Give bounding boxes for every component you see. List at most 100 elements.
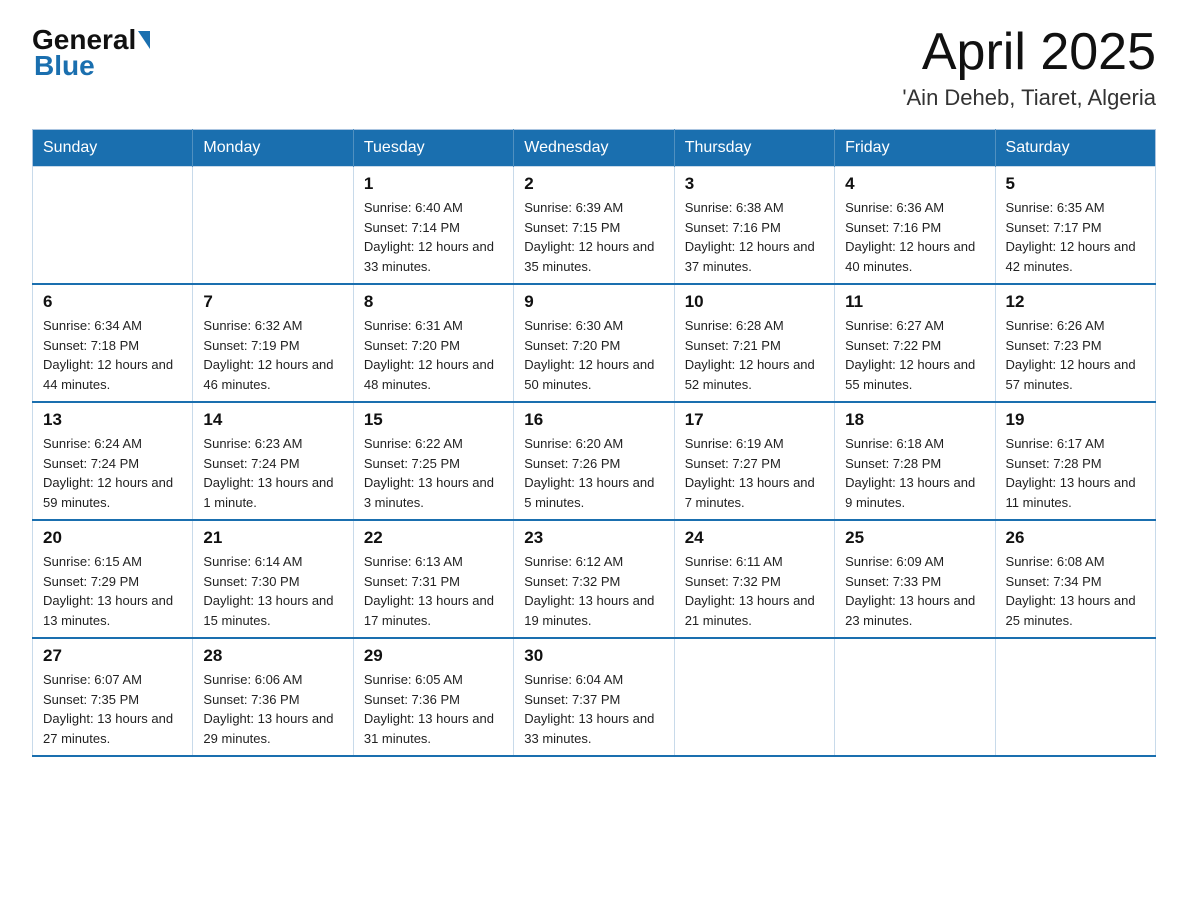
logo: General Blue [32,24,150,82]
day-info: Sunrise: 6:24 AMSunset: 7:24 PMDaylight:… [43,434,182,512]
title-block: April 2025 'Ain Deheb, Tiaret, Algeria [902,24,1156,111]
calendar-day-5: 5 Sunrise: 6:35 AMSunset: 7:17 PMDaylight… [995,167,1155,285]
calendar-day-21: 21 Sunrise: 6:14 AMSunset: 7:30 PMDayligh… [193,520,353,638]
calendar-day-24: 24 Sunrise: 6:11 AMSunset: 7:32 PMDayligh… [674,520,834,638]
day-number: 10 [685,292,824,312]
calendar-day-18: 18 Sunrise: 6:18 AMSunset: 7:28 PMDayligh… [835,402,995,520]
day-number: 27 [43,646,182,666]
day-number: 16 [524,410,663,430]
calendar-day-26: 26Sunrise: 6:08 AMSunset: 7:34 PMDayligh… [995,520,1155,638]
weekday-header-monday: Monday [193,130,353,167]
page-header: General Blue April 2025 'Ain Deheb, Tiar… [32,24,1156,111]
calendar-day-14: 14 Sunrise: 6:23 AMSunset: 7:24 PMDayligh… [193,402,353,520]
day-number: 1 [364,174,503,194]
logo-blue-text: Blue [32,50,150,82]
day-number: 24 [685,528,824,548]
calendar-day-13: 13 Sunrise: 6:24 AMSunset: 7:24 PMDayligh… [33,402,193,520]
day-info: Sunrise: 6:35 AMSunset: 7:17 PMDaylight:… [1006,198,1145,276]
calendar-empty-cell [193,167,353,285]
day-info: Sunrise: 6:09 AMSunset: 7:33 PMDaylight:… [845,552,984,630]
calendar-week-row: 20 Sunrise: 6:15 AMSunset: 7:29 PMDayligh… [33,520,1156,638]
day-number: 9 [524,292,663,312]
calendar-day-11: 11 Sunrise: 6:27 AMSunset: 7:22 PMDayligh… [835,284,995,402]
day-info: Sunrise: 6:32 AMSunset: 7:19 PMDaylight:… [203,316,342,394]
day-number: 5 [1006,174,1145,194]
day-number: 15 [364,410,503,430]
calendar-day-22: 22 Sunrise: 6:13 AMSunset: 7:31 PMDayligh… [353,520,513,638]
weekday-header-saturday: Saturday [995,130,1155,167]
day-info: Sunrise: 6:28 AMSunset: 7:21 PMDaylight:… [685,316,824,394]
day-info: Sunrise: 6:14 AMSunset: 7:30 PMDaylight:… [203,552,342,630]
day-number: 28 [203,646,342,666]
calendar-day-1: 1 Sunrise: 6:40 AMSunset: 7:14 PMDaylight… [353,167,513,285]
day-number: 13 [43,410,182,430]
day-number: 21 [203,528,342,548]
calendar-day-17: 17Sunrise: 6:19 AMSunset: 7:27 PMDayligh… [674,402,834,520]
day-number: 23 [524,528,663,548]
day-info: Sunrise: 6:40 AMSunset: 7:14 PMDaylight:… [364,198,503,276]
day-info: Sunrise: 6:18 AMSunset: 7:28 PMDaylight:… [845,434,984,512]
day-info: Sunrise: 6:05 AMSunset: 7:36 PMDaylight:… [364,670,503,748]
day-number: 20 [43,528,182,548]
calendar-day-19: 19 Sunrise: 6:17 AMSunset: 7:28 PMDayligh… [995,402,1155,520]
day-info: Sunrise: 6:07 AMSunset: 7:35 PMDaylight:… [43,670,182,748]
calendar-week-row: 6 Sunrise: 6:34 AMSunset: 7:18 PMDaylight… [33,284,1156,402]
calendar-empty-cell [674,638,834,756]
calendar-day-30: 30 Sunrise: 6:04 AMSunset: 7:37 PMDayligh… [514,638,674,756]
calendar-empty-cell [835,638,995,756]
calendar-day-27: 27 Sunrise: 6:07 AMSunset: 7:35 PMDayligh… [33,638,193,756]
day-info: Sunrise: 6:31 AMSunset: 7:20 PMDaylight:… [364,316,503,394]
calendar-day-15: 15 Sunrise: 6:22 AMSunset: 7:25 PMDayligh… [353,402,513,520]
calendar-week-row: 1 Sunrise: 6:40 AMSunset: 7:14 PMDaylight… [33,167,1156,285]
calendar-day-9: 9 Sunrise: 6:30 AMSunset: 7:20 PMDaylight… [514,284,674,402]
day-number: 14 [203,410,342,430]
day-number: 6 [43,292,182,312]
calendar-day-7: 7Sunrise: 6:32 AMSunset: 7:19 PMDaylight… [193,284,353,402]
calendar-day-2: 2 Sunrise: 6:39 AMSunset: 7:15 PMDaylight… [514,167,674,285]
calendar-day-4: 4Sunrise: 6:36 AMSunset: 7:16 PMDaylight… [835,167,995,285]
day-info: Sunrise: 6:17 AMSunset: 7:28 PMDaylight:… [1006,434,1145,512]
calendar-day-6: 6 Sunrise: 6:34 AMSunset: 7:18 PMDaylight… [33,284,193,402]
calendar-day-12: 12 Sunrise: 6:26 AMSunset: 7:23 PMDayligh… [995,284,1155,402]
weekday-header-tuesday: Tuesday [353,130,513,167]
day-info: Sunrise: 6:23 AMSunset: 7:24 PMDaylight:… [203,434,342,512]
weekday-header-sunday: Sunday [33,130,193,167]
day-number: 22 [364,528,503,548]
day-number: 2 [524,174,663,194]
calendar-day-29: 29Sunrise: 6:05 AMSunset: 7:36 PMDayligh… [353,638,513,756]
day-number: 3 [685,174,824,194]
day-number: 8 [364,292,503,312]
calendar-empty-cell [995,638,1155,756]
calendar-day-28: 28Sunrise: 6:06 AMSunset: 7:36 PMDayligh… [193,638,353,756]
day-info: Sunrise: 6:34 AMSunset: 7:18 PMDaylight:… [43,316,182,394]
day-number: 18 [845,410,984,430]
calendar-day-16: 16Sunrise: 6:20 AMSunset: 7:26 PMDayligh… [514,402,674,520]
day-info: Sunrise: 6:04 AMSunset: 7:37 PMDaylight:… [524,670,663,748]
calendar-week-row: 13 Sunrise: 6:24 AMSunset: 7:24 PMDayligh… [33,402,1156,520]
day-info: Sunrise: 6:26 AMSunset: 7:23 PMDaylight:… [1006,316,1145,394]
calendar-week-row: 27 Sunrise: 6:07 AMSunset: 7:35 PMDayligh… [33,638,1156,756]
day-info: Sunrise: 6:27 AMSunset: 7:22 PMDaylight:… [845,316,984,394]
calendar-day-25: 25Sunrise: 6:09 AMSunset: 7:33 PMDayligh… [835,520,995,638]
day-number: 12 [1006,292,1145,312]
calendar-table: SundayMondayTuesdayWednesdayThursdayFrid… [32,129,1156,757]
day-number: 19 [1006,410,1145,430]
day-info: Sunrise: 6:22 AMSunset: 7:25 PMDaylight:… [364,434,503,512]
day-info: Sunrise: 6:15 AMSunset: 7:29 PMDaylight:… [43,552,182,630]
page-subtitle: 'Ain Deheb, Tiaret, Algeria [902,85,1156,111]
weekday-header-thursday: Thursday [674,130,834,167]
logo-triangle-icon [138,31,150,49]
calendar-day-23: 23Sunrise: 6:12 AMSunset: 7:32 PMDayligh… [514,520,674,638]
calendar-header: SundayMondayTuesdayWednesdayThursdayFrid… [33,130,1156,167]
day-info: Sunrise: 6:30 AMSunset: 7:20 PMDaylight:… [524,316,663,394]
day-info: Sunrise: 6:13 AMSunset: 7:31 PMDaylight:… [364,552,503,630]
weekday-header-wednesday: Wednesday [514,130,674,167]
calendar-day-20: 20 Sunrise: 6:15 AMSunset: 7:29 PMDayligh… [33,520,193,638]
day-number: 30 [524,646,663,666]
day-info: Sunrise: 6:39 AMSunset: 7:15 PMDaylight:… [524,198,663,276]
day-number: 11 [845,292,984,312]
day-info: Sunrise: 6:11 AMSunset: 7:32 PMDaylight:… [685,552,824,630]
day-number: 17 [685,410,824,430]
day-info: Sunrise: 6:38 AMSunset: 7:16 PMDaylight:… [685,198,824,276]
page-title: April 2025 [902,24,1156,81]
